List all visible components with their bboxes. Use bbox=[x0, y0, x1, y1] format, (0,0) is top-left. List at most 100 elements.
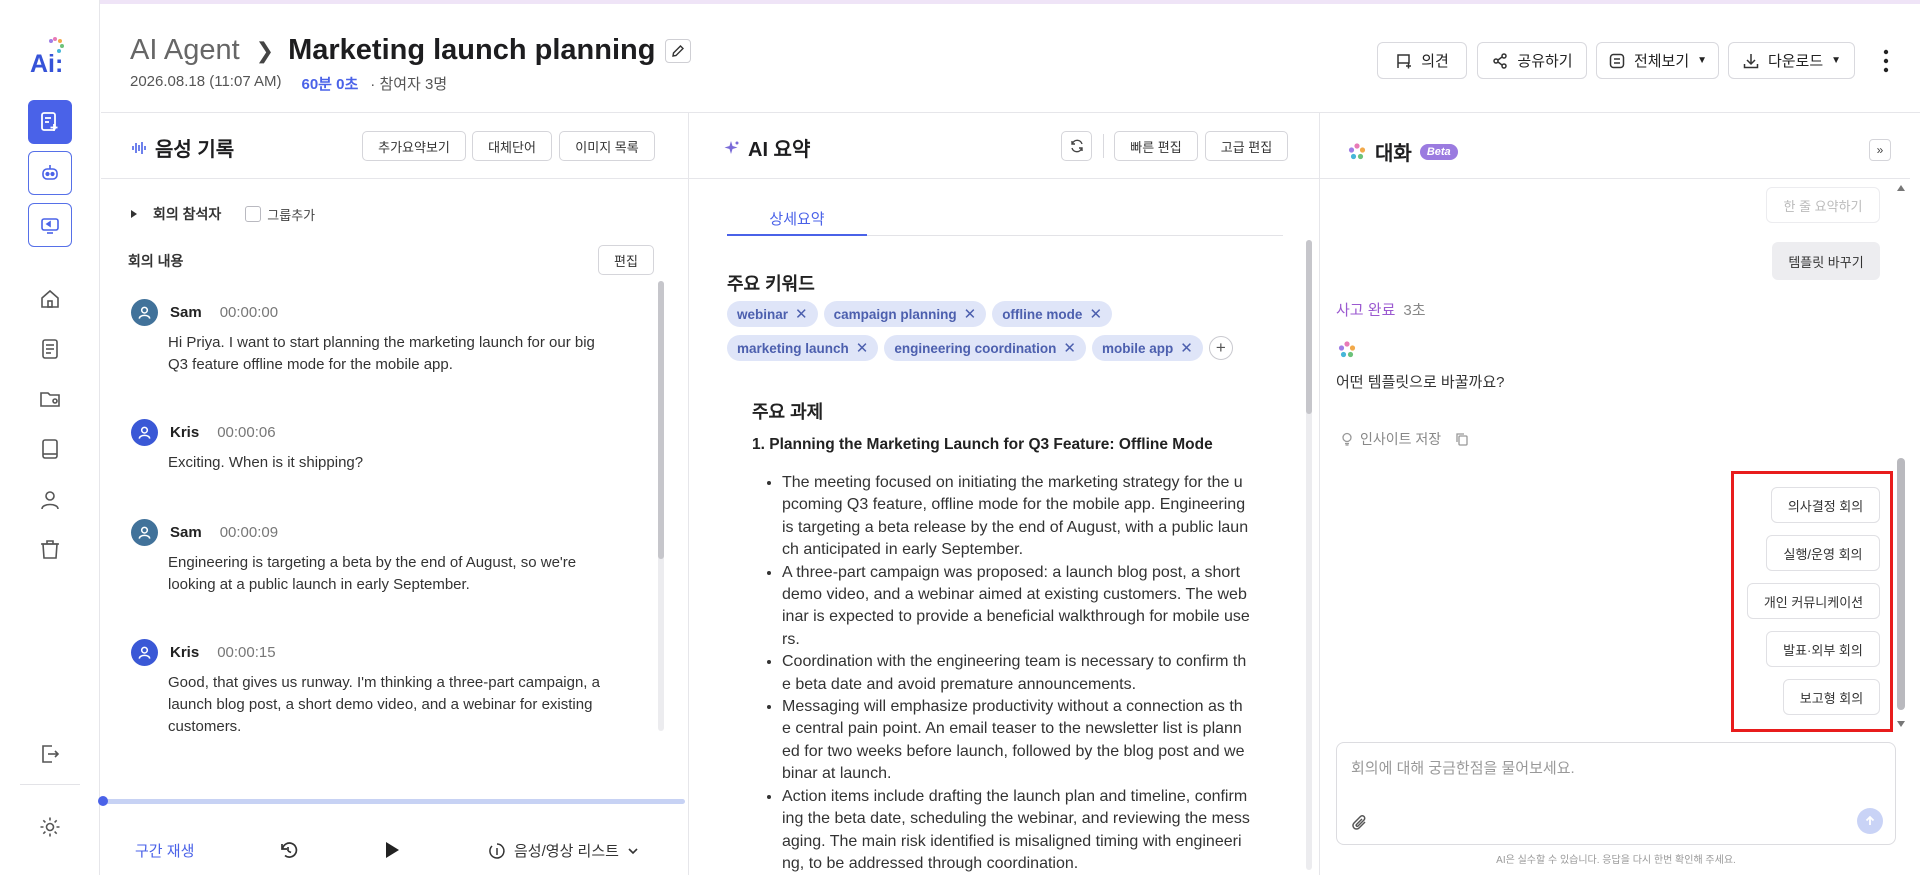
segment-play-button[interactable]: 구간 재생 bbox=[135, 840, 194, 861]
scroll-down-arrow-icon[interactable] bbox=[1896, 720, 1906, 728]
collapse-panel-button[interactable]: » bbox=[1869, 139, 1891, 161]
chat-scroll-thumb[interactable] bbox=[1897, 458, 1905, 710]
timestamp[interactable]: 00:00:15 bbox=[217, 644, 275, 661]
view-all-dropdown[interactable]: 전체보기 ▼ bbox=[1596, 42, 1719, 79]
scroll-up-arrow-icon[interactable] bbox=[1896, 184, 1906, 192]
keyword-chip[interactable]: engineering coordination ✕ bbox=[884, 335, 1086, 361]
quick-edit-button[interactable]: 빠른 편집 bbox=[1114, 131, 1198, 161]
app-logo[interactable]: Ai: bbox=[29, 32, 73, 76]
playback-handle[interactable] bbox=[98, 796, 108, 806]
save-insight-label: 인사이트 저장 bbox=[1360, 431, 1442, 447]
refresh-button[interactable] bbox=[1061, 131, 1092, 161]
close-icon[interactable]: ✕ bbox=[1063, 339, 1076, 357]
transcript-title-text: 음성 기록 bbox=[155, 139, 235, 161]
utterance-text: Engineering is targeting a beta by the e… bbox=[168, 554, 577, 593]
rewind-icon[interactable] bbox=[277, 839, 299, 861]
plus-icon: + bbox=[1215, 338, 1226, 357]
playback-progress-bar[interactable] bbox=[102, 799, 685, 804]
keyword-chip[interactable]: campaign planning ✕ bbox=[823, 301, 987, 327]
new-note-button[interactable] bbox=[28, 100, 72, 144]
play-icon[interactable] bbox=[381, 839, 403, 861]
image-list-button[interactable]: 이미지 목록 bbox=[559, 131, 655, 161]
summary-toolbar-divider bbox=[1103, 134, 1104, 158]
speaker-name: Kris bbox=[170, 643, 200, 661]
active-tab-indicator bbox=[727, 234, 867, 236]
transcript-header-divider bbox=[101, 178, 688, 179]
timestamp[interactable]: 00:00:06 bbox=[217, 424, 275, 441]
sparkle-icon bbox=[724, 140, 739, 154]
attendees-label: 회의 참석자 bbox=[153, 206, 222, 222]
add-group-checkbox[interactable] bbox=[245, 206, 262, 222]
replace-word-button[interactable]: 대체단어 bbox=[472, 131, 552, 161]
rail-divider bbox=[20, 784, 80, 785]
media-list-dropdown[interactable]: 음성/영상 리스트 bbox=[488, 840, 639, 861]
summary-bullet: Coordination with the engineering team i… bbox=[782, 651, 1250, 696]
transcript-scroll-thumb[interactable] bbox=[658, 281, 664, 559]
document-icon[interactable] bbox=[38, 337, 62, 361]
tasks-title: 주요 과제 bbox=[752, 402, 824, 422]
summary-bullet: Messaging will emphasize productivity wi… bbox=[782, 696, 1250, 786]
save-insight-button[interactable]: 인사이트 저장 bbox=[1340, 429, 1469, 449]
advanced-edit-button[interactable]: 고급 편집 bbox=[1205, 131, 1288, 161]
feedback-button[interactable]: 의견 bbox=[1377, 42, 1467, 79]
keyword-chip[interactable]: offline mode ✕ bbox=[992, 301, 1113, 327]
summary-header-divider bbox=[689, 178, 1319, 179]
book-icon[interactable] bbox=[38, 437, 62, 461]
close-icon[interactable]: ✕ bbox=[795, 305, 808, 323]
close-icon[interactable]: ✕ bbox=[1180, 339, 1193, 357]
user-icon[interactable] bbox=[38, 488, 62, 512]
timestamp[interactable]: 00:00:09 bbox=[220, 524, 278, 541]
transcript-entry[interactable]: Sam 00:00:09 Engineering is targeting a be… bbox=[131, 518, 611, 596]
more-summary-button[interactable]: 추가요약보기 bbox=[362, 131, 466, 161]
highlight-box bbox=[1731, 471, 1893, 732]
summary-scroll-thumb[interactable] bbox=[1306, 240, 1312, 414]
trash-icon[interactable] bbox=[38, 537, 62, 561]
caret-right-icon bbox=[131, 210, 137, 218]
summary-bullet: The meeting focused on initiating the ma… bbox=[782, 472, 1250, 562]
send-button[interactable] bbox=[1857, 808, 1883, 834]
add-keyword-button[interactable]: + bbox=[1208, 336, 1233, 360]
user-avatar-icon bbox=[138, 646, 151, 659]
keyword-chip[interactable]: marketing launch ✕ bbox=[727, 335, 879, 361]
transcript-entry[interactable]: Sam 00:00:00 Hi Priya. I want to start pla… bbox=[131, 298, 611, 376]
close-icon[interactable]: ✕ bbox=[964, 305, 977, 323]
meeting-date: 2026.08.18 (11:07 AM) bbox=[130, 73, 282, 90]
entry-header: Sam 00:00:00 bbox=[131, 298, 611, 326]
speed-icon bbox=[489, 842, 505, 859]
tab-detailed-summary[interactable]: 상세요약 bbox=[727, 208, 867, 229]
ai-agent-button[interactable] bbox=[28, 151, 72, 195]
speaker-name: Sam bbox=[170, 303, 202, 321]
logo-text: Ai: bbox=[30, 50, 63, 76]
download-label: 다운로드 bbox=[1767, 53, 1824, 70]
close-icon[interactable]: ✕ bbox=[1089, 305, 1102, 323]
logout-icon[interactable] bbox=[38, 742, 62, 766]
waveform-icon bbox=[132, 141, 146, 154]
assistant-avatar-icon bbox=[1338, 341, 1356, 358]
copy-icon[interactable] bbox=[1455, 432, 1469, 446]
one-line-summary-button[interactable]: 한 줄 요약하기 bbox=[1766, 187, 1880, 223]
chat-header-divider bbox=[1320, 178, 1910, 179]
edit-transcript-button[interactable]: 편집 bbox=[598, 245, 654, 275]
gear-icon[interactable] bbox=[38, 815, 62, 839]
close-icon[interactable]: ✕ bbox=[856, 339, 869, 357]
screen-record-button[interactable] bbox=[28, 203, 72, 247]
breadcrumb-root[interactable]: AI Agent bbox=[130, 34, 240, 67]
chat-input-placeholder[interactable]: 회의에 대해 궁금한점을 물어보세요. bbox=[1351, 757, 1575, 778]
chat-composer[interactable]: 회의에 대해 궁금한점을 물어보세요. bbox=[1336, 742, 1896, 845]
monitor-sync-icon bbox=[41, 218, 59, 234]
share-button[interactable]: 공유하기 bbox=[1477, 42, 1587, 79]
share-icon bbox=[1493, 52, 1508, 69]
transcript-entry[interactable]: Kris 00:00:06 Exciting. When is it shippin… bbox=[131, 418, 611, 474]
home-icon[interactable] bbox=[38, 287, 62, 311]
keyword-chip[interactable]: mobile app ✕ bbox=[1091, 335, 1203, 361]
paperclip-icon[interactable] bbox=[1351, 814, 1369, 832]
transcript-entry[interactable]: Kris 00:00:15 Good, that gives us runway. … bbox=[131, 638, 611, 738]
timestamp[interactable]: 00:00:00 bbox=[220, 304, 278, 321]
utterance-text: Hi Priya. I want to start planning the m… bbox=[168, 334, 595, 373]
shared-folder-icon[interactable] bbox=[38, 387, 62, 411]
download-dropdown[interactable]: 다운로드 ▼ bbox=[1728, 42, 1855, 79]
attendees-toggle[interactable]: 회의 참석자 그룹추가 bbox=[131, 204, 315, 224]
keyword-chip[interactable]: webinar ✕ bbox=[727, 301, 818, 327]
more-vertical-icon[interactable] bbox=[1881, 48, 1891, 74]
edit-title-button[interactable] bbox=[665, 38, 692, 63]
